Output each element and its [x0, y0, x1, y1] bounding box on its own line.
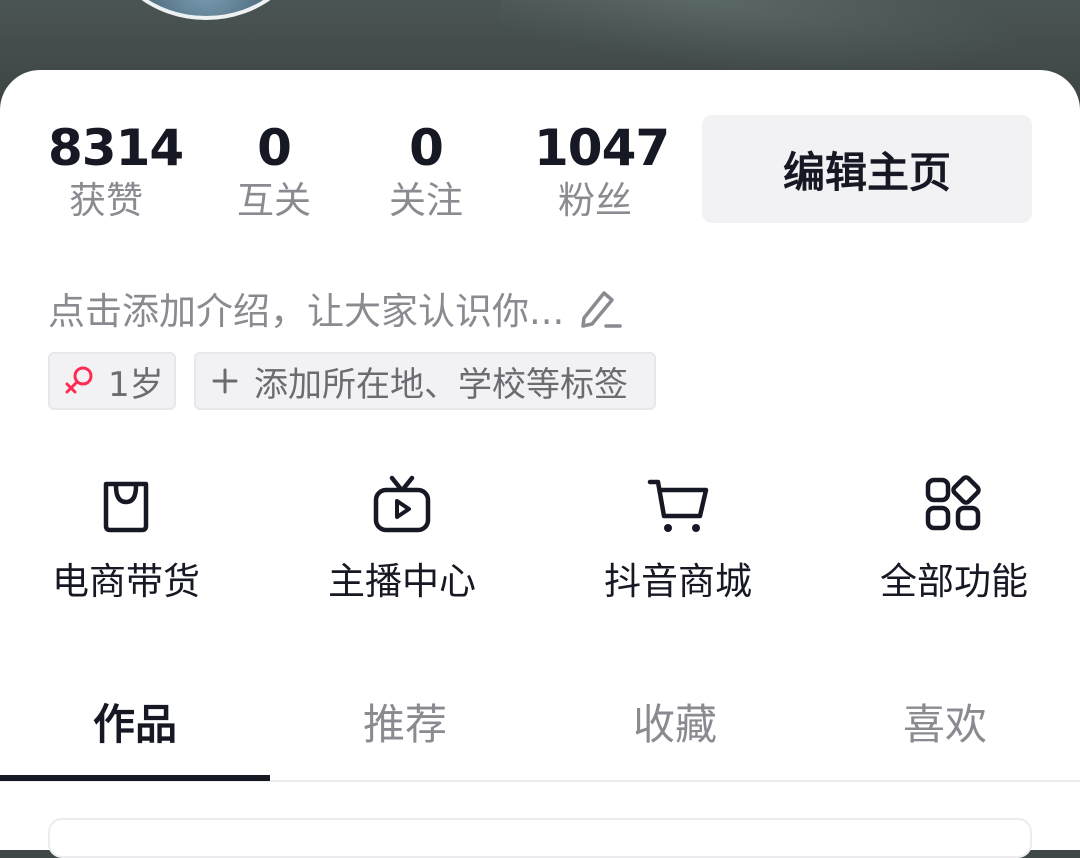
feature-all-functions-label: 全部功能	[880, 560, 1028, 603]
female-gender-icon	[65, 366, 93, 394]
stat-followers-label: 粉丝	[558, 179, 632, 222]
shopping-bag-icon	[103, 481, 149, 533]
apps-grid-icon	[925, 475, 981, 531]
tv-play-icon	[373, 475, 431, 533]
active-tab-indicator	[0, 775, 270, 781]
stat-following[interactable]: 0 关注	[382, 118, 470, 224]
stat-likes[interactable]: 8314 获赞	[48, 118, 184, 224]
plus-icon	[212, 368, 238, 394]
feature-ecommerce[interactable]: 电商带货	[6, 474, 246, 604]
stat-following-value: 0	[409, 119, 444, 177]
tab-likes[interactable]: 喜欢	[810, 690, 1080, 760]
content-card[interactable]	[48, 818, 1032, 858]
stat-followers[interactable]: 1047 粉丝	[534, 118, 670, 224]
stat-following-label: 关注	[389, 179, 463, 222]
feature-all-functions[interactable]: 全部功能	[834, 474, 1074, 604]
stat-mutual-label: 互关	[237, 179, 311, 222]
add-tags-button[interactable]: 添加所在地、学校等标签	[194, 352, 656, 410]
edit-profile-button[interactable]: 编辑主页	[702, 115, 1032, 223]
stat-mutual-value: 0	[257, 119, 292, 177]
edit-pencil-icon	[581, 291, 623, 328]
tab-recommend[interactable]: 推荐	[270, 690, 540, 760]
bio-placeholder[interactable]: 点击添加介绍，让大家认识你...	[48, 280, 623, 336]
feature-streamer-center[interactable]: 主播中心	[282, 474, 522, 604]
feature-douyin-mall-label: 抖音商城	[604, 560, 752, 603]
feature-ecommerce-label: 电商带货	[52, 560, 200, 603]
age-tag[interactable]: 1岁	[48, 352, 176, 410]
age-tag-label: 1岁	[108, 364, 164, 405]
tab-works[interactable]: 作品	[0, 690, 270, 760]
shopping-cart-icon	[647, 479, 709, 532]
bio-text: 点击添加介绍，让大家认识你...	[48, 290, 565, 333]
add-tags-label: 添加所在地、学校等标签	[254, 364, 628, 405]
feature-streamer-center-label: 主播中心	[328, 560, 476, 603]
stat-followers-value: 1047	[534, 119, 670, 177]
stat-mutual[interactable]: 0 互关	[230, 118, 318, 224]
tab-favorites[interactable]: 收藏	[540, 690, 810, 760]
stat-likes-value: 8314	[48, 119, 184, 177]
feature-douyin-mall[interactable]: 抖音商城	[558, 474, 798, 604]
stat-likes-label: 获赞	[69, 179, 143, 222]
